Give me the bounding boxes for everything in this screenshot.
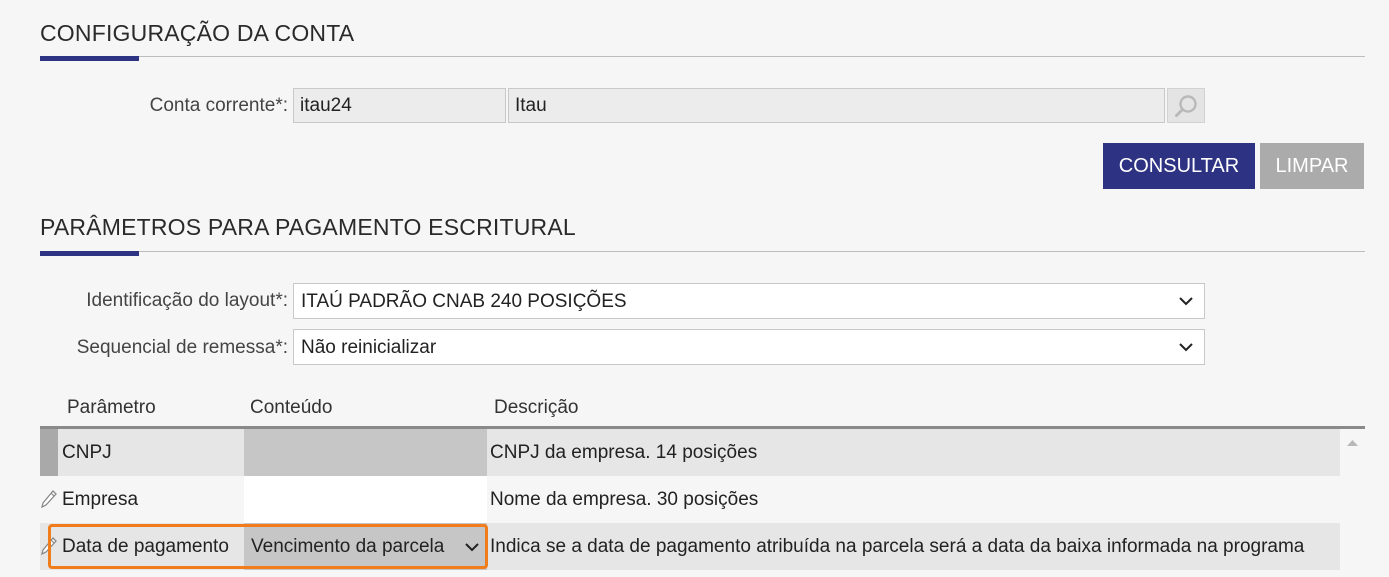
account-section-rule <box>40 56 1365 57</box>
table-row[interactable]: CNPJ CNPJ da empresa. 14 posições <box>40 429 1340 476</box>
layout-select[interactable]: ITAÚ PADRÃO CNAB 240 POSIÇÕES <box>293 283 1205 319</box>
chevron-down-icon <box>1179 297 1193 306</box>
account-code-input[interactable]: itau24 <box>293 88 506 123</box>
row-marker <box>40 523 58 570</box>
row-parameter: Data de pagamento <box>62 536 229 557</box>
sequence-label: Sequencial de remessa*: <box>76 337 288 358</box>
search-icon <box>1175 94 1197 117</box>
row-marker <box>40 476 58 523</box>
payment-section-accent <box>40 251 139 256</box>
account-label: Conta corrente*: <box>149 95 288 116</box>
row-parameter: CNPJ <box>62 442 112 463</box>
row-content-input[interactable] <box>244 476 487 523</box>
column-header-parameter: Parâmetro <box>67 397 156 418</box>
row-description: CNPJ da empresa. 14 posições <box>490 442 758 463</box>
row-description: Nome da empresa. 30 posições <box>490 489 759 510</box>
account-lookup-button[interactable] <box>1167 88 1205 123</box>
chevron-down-icon <box>1179 343 1193 352</box>
payment-section-rule <box>40 251 1365 252</box>
layout-label: Identificação do layout*: <box>86 290 288 311</box>
chevron-down-icon <box>465 543 479 552</box>
row-description: Indica se a data de pagamento atribuída … <box>490 536 1305 557</box>
row-parameter: Empresa <box>62 489 139 510</box>
clear-button[interactable]: LIMPAR <box>1260 143 1364 189</box>
row-marker <box>40 429 58 476</box>
account-name-input[interactable]: Itau <box>508 88 1165 123</box>
row-content <box>244 429 487 476</box>
row-content-select-value: Vencimento da parcela <box>251 536 445 557</box>
payment-section-title: PARÂMETROS PARA PAGAMENTO ESCRITURAL <box>40 214 576 240</box>
grid-scrollbar[interactable] <box>1340 429 1365 577</box>
scroll-up-arrow-icon[interactable] <box>1340 435 1365 455</box>
column-header-description: Descrição <box>494 397 579 418</box>
table-row[interactable]: Data de pagamento Vencimento da parcela … <box>40 523 1340 570</box>
table-row[interactable]: Empresa Nome da empresa. 30 posições <box>40 476 1340 523</box>
sequence-select-value: Não reinicializar <box>301 337 437 358</box>
account-section-accent <box>40 56 139 61</box>
layout-select-value: ITAÚ PADRÃO CNAB 240 POSIÇÕES <box>301 291 627 312</box>
pencil-icon <box>41 537 57 555</box>
account-section-title: CONFIGURAÇÃO DA CONTA <box>40 20 355 46</box>
column-header-content: Conteúdo <box>250 397 333 418</box>
sequence-select[interactable]: Não reinicializar <box>293 329 1205 365</box>
row-content-select[interactable]: Vencimento da parcela <box>244 523 487 570</box>
pencil-icon <box>41 490 57 508</box>
consult-button[interactable]: CONSULTAR <box>1103 143 1255 189</box>
